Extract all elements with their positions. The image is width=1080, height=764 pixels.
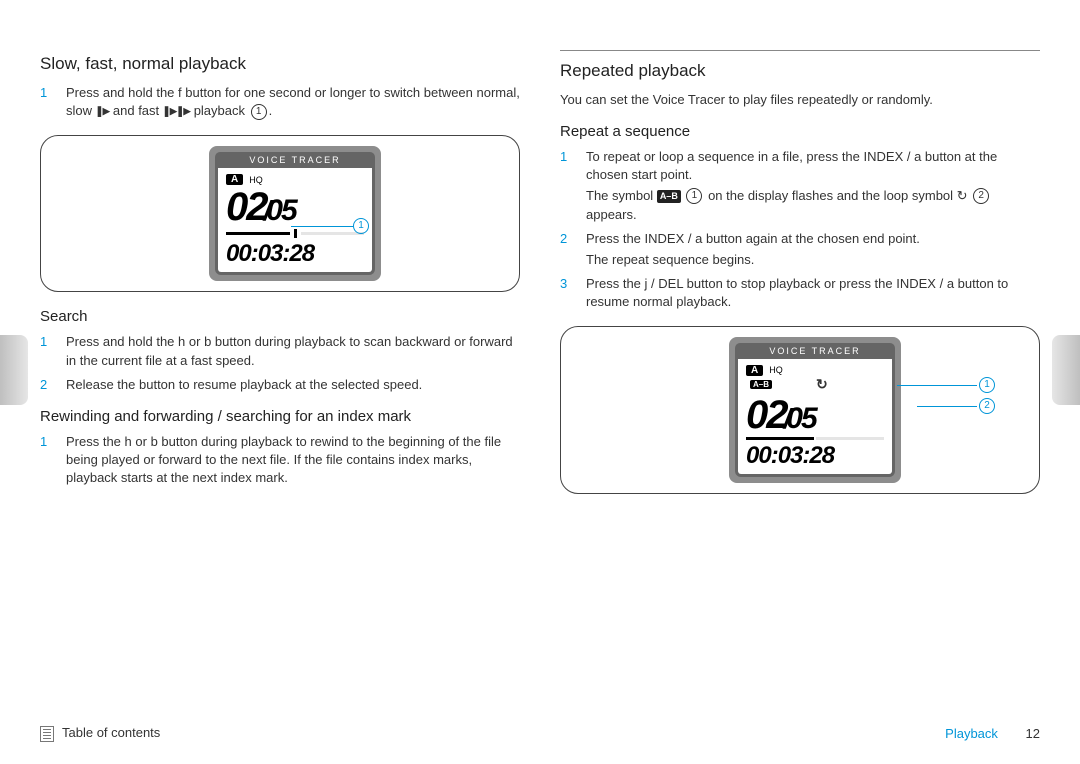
next-page-tab[interactable] <box>1052 335 1080 405</box>
button-ref: j / DEL <box>645 276 684 291</box>
list-item: 2 Press the INDEX / a button again at th… <box>560 230 1040 269</box>
page-footer: Table of contents Playback 12 <box>40 725 1040 742</box>
callout-marker: 2 <box>979 398 995 414</box>
step-text: To repeat or loop a sequence in a file, … <box>586 148 1040 224</box>
list-item: 1 Press the h or b button during playbac… <box>40 433 520 488</box>
step-text: Press the h or b button during playback … <box>66 433 520 488</box>
step-number: 1 <box>40 433 52 488</box>
list-item: 2 Release the button to resume playback … <box>40 376 520 394</box>
heading-slow-fast: Slow, fast, normal playback <box>40 54 520 74</box>
step-text: Press the j / DEL button to stop playbac… <box>586 275 1040 311</box>
callout-leader <box>917 406 977 407</box>
button-ref: INDEX / a <box>645 231 703 246</box>
list-item: 1 Press and hold the h or b button durin… <box>40 333 520 369</box>
device-lcd: A HQ 02/05 00:03:28 <box>215 168 375 275</box>
step-number: 1 <box>40 84 52 121</box>
heading-repeat-sequence: Repeat a sequence <box>560 123 1040 140</box>
device-figure-repeat: VOICE TRACER A HQ A–B ↻ 02/05 00:03:28 <box>560 326 1040 494</box>
slow-play-icon: ❚▶ <box>96 104 110 119</box>
heading-rewind: Rewinding and forwarding / searching for… <box>40 408 520 425</box>
device-lcd: A HQ A–B ↻ 02/05 00:03:28 <box>735 359 895 477</box>
device-brand: VOICE TRACER <box>735 343 895 359</box>
folder-indicator: A <box>746 365 763 376</box>
right-column: Repeated playback You can set the Voice … <box>560 50 1040 510</box>
track-counter: 02/05 <box>226 187 364 227</box>
rewind-steps: 1 Press the h or b button during playbac… <box>40 433 520 488</box>
ab-chip-icon: A–B <box>657 190 681 203</box>
heading-repeated: Repeated playback <box>560 61 1040 81</box>
ref-marker: 1 <box>686 188 702 204</box>
track-counter: 02/05 <box>746 395 884 435</box>
repeat-steps: 1 To repeat or loop a sequence in a file… <box>560 148 1040 312</box>
toc-icon <box>40 726 54 742</box>
elapsed-time: 00:03:28 <box>746 442 884 470</box>
section-link[interactable]: Playback <box>945 726 998 741</box>
device-figure-playback: VOICE TRACER A HQ 02/05 00:03:28 1 <box>40 135 520 292</box>
device-body: VOICE TRACER A HQ A–B ↻ 02/05 00:03:28 <box>729 337 901 483</box>
step-number: 2 <box>560 230 572 269</box>
step-text: Press and hold the h or b button during … <box>66 333 520 369</box>
ref-marker: 1 <box>251 104 267 120</box>
step-number: 1 <box>560 148 572 224</box>
step-text: Release the button to resume playback at… <box>66 376 520 394</box>
heading-search: Search <box>40 308 520 325</box>
step-number: 2 <box>40 376 52 394</box>
list-item: 1 Press and hold the f button for one se… <box>40 84 520 121</box>
button-ref: h <box>125 434 132 449</box>
repeated-intro: You can set the Voice Tracer to play fil… <box>560 91 1040 109</box>
toc-label: Table of contents <box>62 725 160 740</box>
device-brand: VOICE TRACER <box>215 152 375 168</box>
playback-steps: 1 Press and hold the f button for one se… <box>40 84 520 121</box>
step-number: 1 <box>40 333 52 369</box>
callout-leader <box>291 226 353 227</box>
page-number: 12 <box>1026 726 1040 741</box>
progress-bar <box>226 229 364 238</box>
step-text: Press and hold the f button for one seco… <box>66 84 520 121</box>
folder-indicator: A <box>226 174 243 185</box>
toc-link[interactable]: Table of contents <box>40 725 160 742</box>
button-ref: b <box>151 434 158 449</box>
list-item: 3 Press the j / DEL button to stop playb… <box>560 275 1040 311</box>
left-column: Slow, fast, normal playback 1 Press and … <box>40 50 520 510</box>
ab-lcd-icon: A–B <box>750 380 772 389</box>
step-number: 3 <box>560 275 572 311</box>
footer-right: Playback 12 <box>945 726 1040 741</box>
hq-indicator: HQ <box>249 175 263 185</box>
device-body: VOICE TRACER A HQ 02/05 00:03:28 <box>209 146 381 281</box>
step-subtext: The symbol A–B 1 on the display flashes … <box>586 187 1040 224</box>
loop-icon: ↻ <box>957 187 968 205</box>
ref-marker: 2 <box>973 188 989 204</box>
button-ref: INDEX / a <box>864 149 922 164</box>
button-ref: INDEX / a <box>896 276 954 291</box>
progress-bar <box>746 437 884 440</box>
prev-page-tab[interactable] <box>0 335 28 405</box>
callout-leader <box>897 385 977 386</box>
list-item: 1 To repeat or loop a sequence in a file… <box>560 148 1040 224</box>
fast-play-icon: ❚▶❚▶ <box>163 104 190 119</box>
search-steps: 1 Press and hold the h or b button durin… <box>40 333 520 394</box>
hq-indicator: HQ <box>769 365 783 375</box>
elapsed-time: 00:03:28 <box>226 240 364 268</box>
loop-lcd-icon: ↻ <box>816 376 828 393</box>
callout-marker: 1 <box>979 377 995 393</box>
step-text: Press the INDEX / a button again at the … <box>586 230 1040 269</box>
step-subtext: The repeat sequence begins. <box>586 251 1040 269</box>
